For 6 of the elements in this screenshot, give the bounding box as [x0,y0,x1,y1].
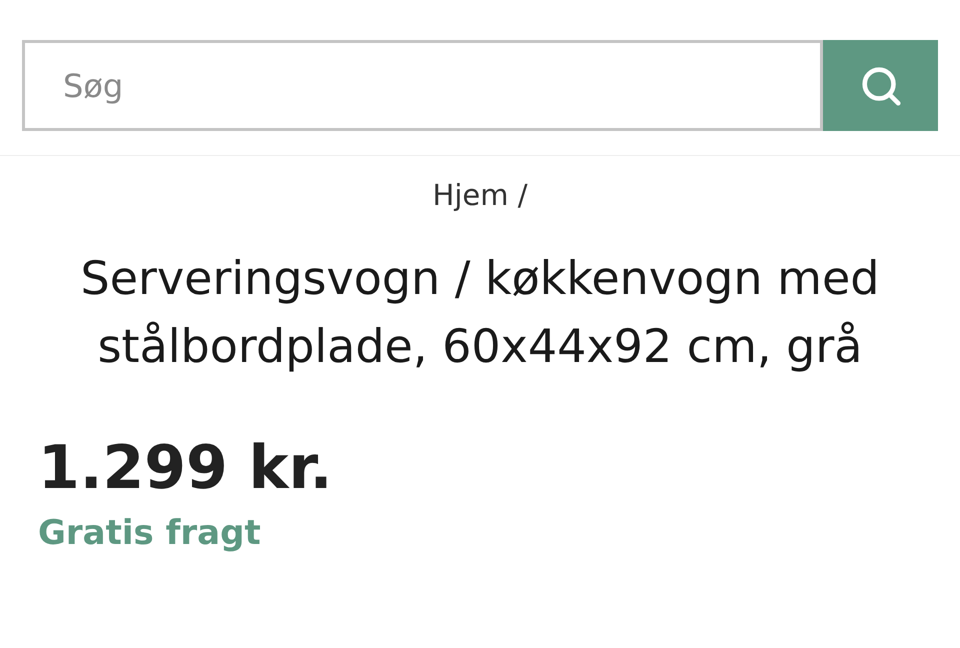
breadcrumb-link[interactable]: Hjem / [432,174,528,218]
product-price: 1.299 kr. [38,432,334,504]
search-field[interactable]: Søg [22,40,823,131]
product-title: Serveringsvogn / køkkenvogn med stålbordplade, 60x44x92 cm, grå [80,250,880,374]
shipping-label: Gratis fragt [38,512,262,554]
search-button[interactable] [823,40,938,131]
